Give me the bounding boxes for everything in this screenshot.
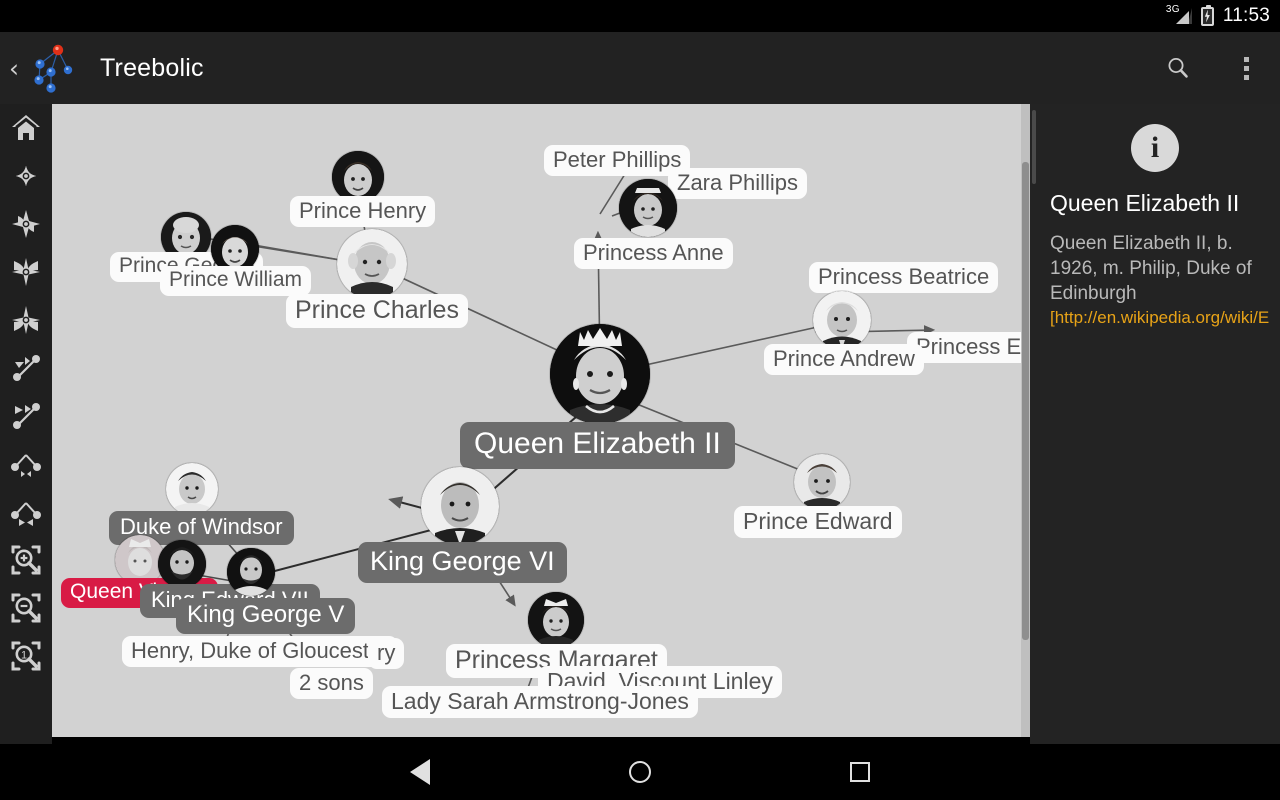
device-screen: 3G 11:53 ‹ Treebolic 1 Prince Prince Wil… <box>0 0 1280 800</box>
home-icon[interactable] <box>580 744 700 800</box>
info-panel-scrollbar[interactable] <box>1032 110 1036 184</box>
node-label[interactable]: Prince Charles <box>286 294 468 329</box>
graph-canvas[interactable]: Prince George Prince William <box>52 104 1030 737</box>
node-label[interactable]: Zara Phillips <box>668 168 808 200</box>
zoom-reset-icon[interactable]: 1 <box>0 632 52 680</box>
node-label-root[interactable]: Queen Elizabeth II <box>460 422 735 469</box>
search-icon[interactable] <box>1144 32 1212 104</box>
recents-icon[interactable] <box>800 744 920 800</box>
app-title: Treebolic <box>100 53 204 82</box>
avatar <box>813 291 871 349</box>
system-navigation-bar <box>0 744 1280 800</box>
west-compass-icon[interactable] <box>0 296 52 344</box>
home-icon[interactable] <box>0 104 52 152</box>
canvas-vertical-scrollbar[interactable] <box>1021 104 1030 737</box>
node-label[interactable]: Prince Andrew <box>764 344 924 376</box>
navigate-up-icon[interactable]: ‹ <box>4 56 24 81</box>
expand-tree-icon[interactable] <box>0 440 52 488</box>
node-label[interactable]: ry <box>368 638 405 670</box>
signal-strength-icon: 3G <box>1166 5 1192 27</box>
node-label[interactable]: Prince William <box>160 266 312 297</box>
info-description: Queen Elizabeth II, b. 1926, m. Philip, … <box>1050 233 1252 304</box>
graph-toolbar: 1 <box>0 104 52 744</box>
battery-charging-icon <box>1200 4 1214 26</box>
avatar <box>421 467 499 545</box>
avatar <box>166 463 218 515</box>
collapse-tree-icon[interactable] <box>0 488 52 536</box>
avatar <box>619 179 677 237</box>
edge-arrow-alt-icon[interactable] <box>0 392 52 440</box>
south-compass-icon[interactable] <box>0 200 52 248</box>
info-icon[interactable]: i <box>1131 124 1179 172</box>
node-label[interactable]: Prince Edward <box>734 506 902 539</box>
app-bar: ‹ Treebolic <box>0 32 1280 104</box>
node-label[interactable]: King George VI <box>358 542 567 584</box>
node-label[interactable]: Prince Henry <box>290 196 436 228</box>
node-label[interactable]: King George V <box>176 598 356 635</box>
node-label[interactable]: Princess Anne <box>574 238 733 270</box>
avatar <box>337 229 407 299</box>
node-label[interactable]: 2 sons <box>290 668 373 700</box>
info-panel: i Queen Elizabeth II Queen Elizabeth II,… <box>1030 104 1280 744</box>
status-bar: 3G 11:53 <box>0 0 1280 32</box>
edge-arrow-icon[interactable] <box>0 344 52 392</box>
avatar <box>794 454 850 510</box>
avatar <box>528 592 584 648</box>
info-title: Queen Elizabeth II <box>1050 190 1240 216</box>
treebolic-graph-logo <box>24 38 90 98</box>
node-label[interactable]: Princess Eugenie <box>907 332 1030 364</box>
zoom-out-icon[interactable] <box>0 584 52 632</box>
node-label[interactable]: Princess Beatrice <box>809 262 999 294</box>
north-compass-icon[interactable] <box>0 152 52 200</box>
status-indicators: 3G 11:53 <box>1166 0 1270 32</box>
node-label[interactable]: Henry, Duke of Gloucester <box>122 636 398 668</box>
app-bar-actions <box>1144 32 1280 104</box>
overflow-menu-icon[interactable] <box>1212 32 1280 104</box>
avatar <box>158 540 206 588</box>
info-link[interactable]: [http://en.wikipedia.org/wiki/E <box>1050 308 1280 328</box>
zoom-in-icon[interactable] <box>0 536 52 584</box>
node-label[interactable]: Lady Sarah Armstrong-Jones <box>382 686 698 719</box>
svg-text:1: 1 <box>21 650 27 662</box>
avatar <box>227 548 275 596</box>
east-compass-icon[interactable] <box>0 248 52 296</box>
back-icon[interactable] <box>360 744 480 800</box>
status-clock: 11:53 <box>1222 5 1270 26</box>
avatar <box>550 324 650 424</box>
scrollbar-thumb[interactable] <box>1022 162 1029 640</box>
